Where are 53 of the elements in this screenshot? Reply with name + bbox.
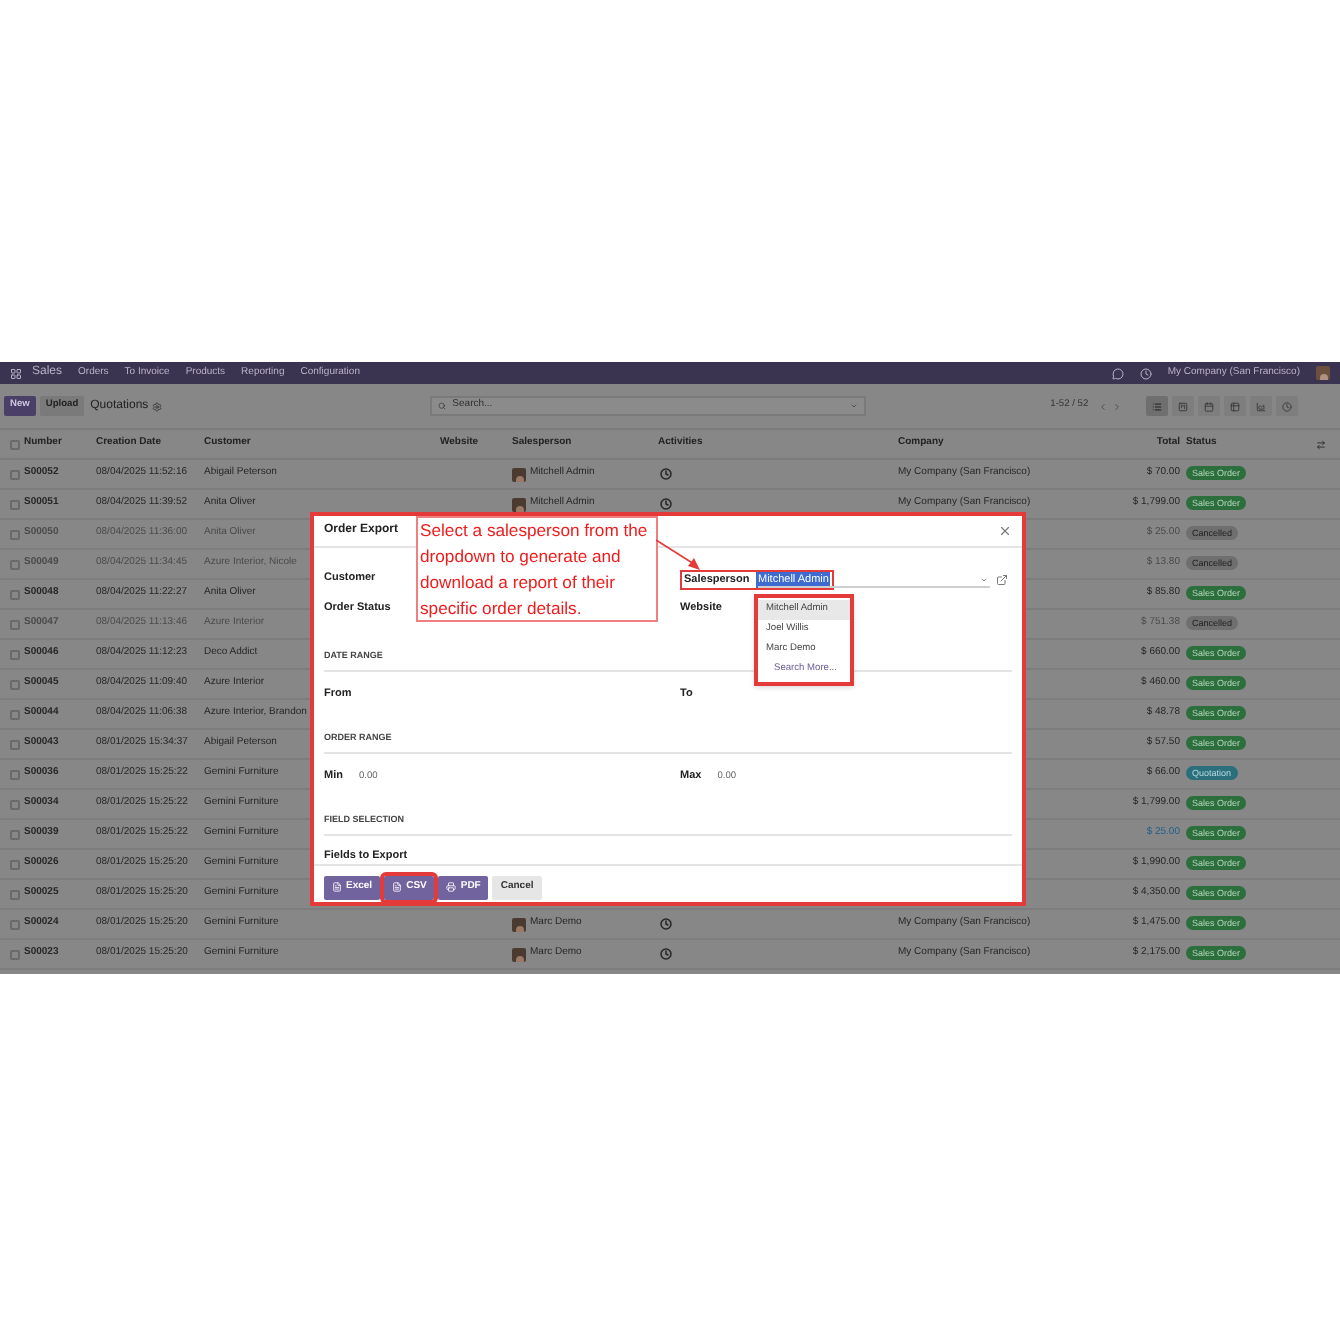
chat-icon[interactable]: [1111, 367, 1124, 379]
activity-icon[interactable]: [660, 918, 672, 930]
activity-view-icon: [1282, 401, 1293, 411]
list-view-button[interactable]: [1146, 396, 1169, 416]
calendar-view-button[interactable]: [1198, 396, 1221, 416]
list-view-icon: [1152, 401, 1163, 411]
external-link-icon[interactable]: [996, 574, 1008, 586]
avatar-icon: [512, 917, 526, 931]
row-checkbox[interactable]: [10, 499, 20, 509]
avatar-icon: [512, 497, 526, 511]
row-checkbox[interactable]: [10, 949, 20, 959]
row-checkbox[interactable]: [10, 529, 20, 539]
row-checkbox[interactable]: [10, 889, 20, 899]
activity-icon[interactable]: [1139, 367, 1152, 379]
kanban-view-icon: [1178, 401, 1189, 411]
activity-icon[interactable]: [660, 498, 672, 510]
activity-icon[interactable]: [660, 948, 672, 960]
row-checkbox[interactable]: [10, 709, 20, 719]
row-checkbox[interactable]: [10, 769, 20, 779]
pivot-view-icon: [1230, 401, 1241, 411]
row-checkbox[interactable]: [10, 829, 20, 839]
activity-icon[interactable]: [660, 468, 672, 480]
row-checkbox[interactable]: [10, 559, 20, 569]
row-checkbox[interactable]: [10, 679, 20, 689]
row-checkbox[interactable]: [10, 589, 20, 599]
pivot-view-button[interactable]: [1224, 396, 1247, 416]
next-page-icon[interactable]: [1112, 401, 1123, 411]
calendar-view-icon: [1204, 401, 1215, 411]
row-checkbox[interactable]: [10, 469, 20, 479]
close-icon[interactable]: [998, 524, 1012, 538]
avatar-icon: [512, 947, 526, 961]
select-all-checkbox[interactable]: [10, 439, 20, 449]
row-checkbox[interactable]: [10, 919, 20, 929]
file-icon: [332, 882, 342, 893]
apps-menu-icon[interactable]: [10, 367, 22, 379]
graph-view-button[interactable]: [1250, 396, 1273, 416]
printer-icon: [446, 882, 457, 893]
previous-page-icon[interactable]: [1098, 401, 1109, 411]
row-checkbox[interactable]: [10, 739, 20, 749]
row-checkbox[interactable]: [10, 859, 20, 869]
file-icon: [392, 882, 403, 893]
row-checkbox[interactable]: [10, 649, 20, 659]
kanban-view-button[interactable]: [1172, 396, 1195, 416]
column-options-icon[interactable]: [1316, 439, 1326, 449]
annotation-callout: Select a salesperson from the dropdown to generate and download a report of their specific order details.: [416, 516, 658, 622]
graph-view-icon: [1256, 401, 1267, 411]
row-checkbox[interactable]: [10, 619, 20, 629]
settings-icon[interactable]: [152, 401, 163, 411]
user-avatar-icon[interactable]: [1316, 366, 1330, 380]
search-icon: [438, 402, 447, 410]
activity-view-button[interactable]: [1276, 396, 1299, 416]
avatar-icon: [512, 467, 526, 481]
row-checkbox[interactable]: [10, 799, 20, 809]
